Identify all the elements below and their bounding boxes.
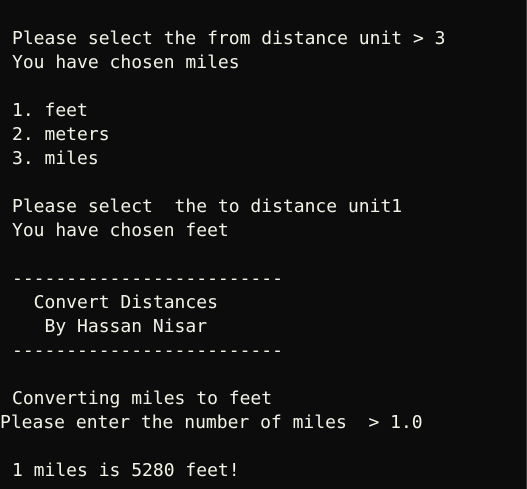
- chosen-to-unit: You have chosen feet: [12, 220, 229, 241]
- prompt-number-of-miles[interactable]: Please enter the number of miles > 1.0: [0, 411, 423, 435]
- banner-author: By Hassan Nisar: [12, 316, 208, 337]
- conversion-result: 1 miles is 5280 feet!: [12, 460, 240, 481]
- banner-top-divider: -------------------------: [12, 268, 283, 289]
- conversion-status: Converting miles to feet: [12, 388, 273, 409]
- menu-option-miles: 3. miles: [12, 148, 99, 169]
- menu-option-meters: 2. meters: [12, 124, 110, 145]
- console-window[interactable]: Please select the from distance unit > 3…: [0, 0, 527, 489]
- chosen-from-unit: You have chosen miles: [12, 52, 240, 73]
- banner-title: Convert Distances: [12, 292, 218, 313]
- prompt-to-unit: Please select the to distance unit1: [12, 196, 403, 217]
- menu-option-feet: 1. feet: [12, 100, 88, 121]
- banner-bottom-divider: -------------------------: [12, 340, 283, 361]
- prompt-from-unit: Please select the from distance unit > 3: [12, 28, 446, 49]
